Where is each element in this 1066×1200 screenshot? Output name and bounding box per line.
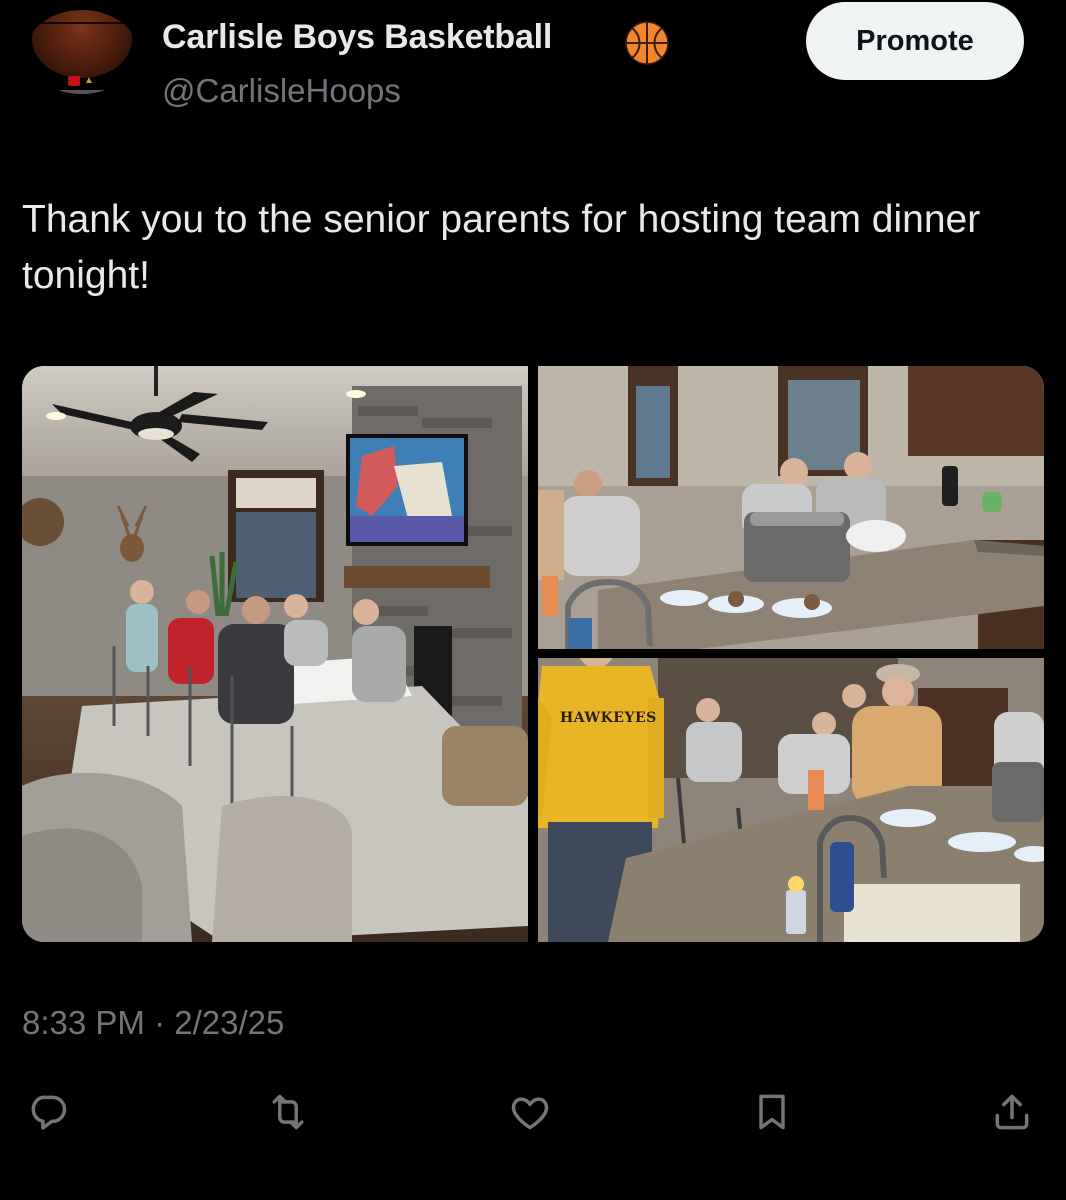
share-icon [995, 1094, 1029, 1130]
photo-kitchen-island[interactable] [538, 366, 1044, 649]
share-button[interactable] [980, 1080, 1044, 1144]
tweet-header: ▲ Carlisle Boys Basketball @CarlisleHoop… [0, 0, 1066, 140]
repost-button[interactable] [256, 1080, 320, 1144]
avatar-ball [32, 10, 132, 78]
user-handle[interactable]: @CarlisleHoops [162, 72, 401, 110]
hawkeyes-shirt-text: HAWKEYES [560, 710, 657, 726]
like-button[interactable] [498, 1080, 562, 1144]
avatar-logo: ▲ [68, 76, 98, 86]
tweet-timestamp[interactable]: 8:33 PM · 2/23/25 [22, 1004, 284, 1042]
repost-icon [272, 1094, 304, 1130]
basketball-avatar-icon[interactable]: ▲ [26, 10, 138, 94]
photo-living-room[interactable] [22, 366, 528, 942]
promote-button[interactable]: Promote [806, 2, 1024, 80]
photo-kitchen-counter-image [538, 658, 1044, 942]
photo-kitchen-island-image [538, 366, 1044, 649]
avatar-ball-seam [32, 22, 132, 24]
basketball-emoji-icon [625, 21, 669, 65]
display-name[interactable]: Carlisle Boys Basketball [162, 18, 552, 57]
reply-button[interactable] [16, 1080, 80, 1144]
action-bar [0, 1080, 1066, 1144]
bookmark-icon [759, 1094, 785, 1130]
media-grid: HAWKEYES [22, 366, 1044, 942]
avatar-logo-text [58, 90, 106, 94]
avatar-logo-mark [68, 76, 80, 86]
photo-kitchen-counter[interactable]: HAWKEYES [538, 658, 1044, 942]
tweet-text: Thank you to the senior parents for host… [22, 198, 981, 297]
bookmark-button[interactable] [740, 1080, 804, 1144]
reply-icon [31, 1095, 67, 1130]
like-icon [511, 1097, 549, 1130]
photo-living-room-image [22, 366, 528, 942]
avatar-logo-jumpman: ▲ [84, 75, 94, 86]
